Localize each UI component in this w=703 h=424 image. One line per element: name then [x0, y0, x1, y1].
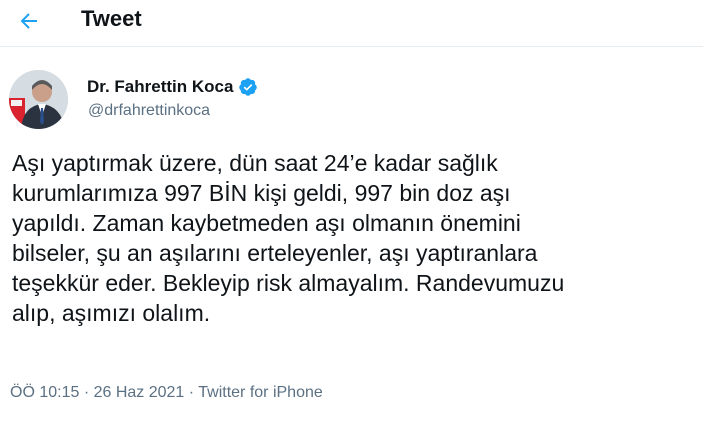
page-header: Tweet: [0, 0, 703, 47]
tweet-source[interactable]: Twitter for iPhone: [198, 384, 323, 401]
meta-separator: ·: [184, 384, 199, 401]
verified-badge-icon: [239, 78, 258, 96]
back-button[interactable]: [12, 6, 46, 36]
tweet-line: Aşı yaptırmak üzere, dün saat 24’e kadar…: [12, 150, 498, 176]
meta-separator: ·: [79, 384, 94, 401]
tweet-page: Tweet Dr. Fahrettin Koca @drfahrettinkoc…: [0, 0, 703, 424]
tweet-author: Dr. Fahrettin Koca @drfahrettinkoca: [0, 58, 703, 134]
arrow-left-icon: [20, 13, 37, 29]
tweet-meta: ÖÖ 10:15 · 26 Haz 2021 · Twitter for iPh…: [10, 384, 323, 402]
tweet-line: yapıldı. Zaman kaybetmeden aşı olmanın ö…: [12, 210, 521, 236]
tweet-line: kurumlarımıza 997 BİN kişi geldi, 997 bi…: [12, 180, 511, 206]
tweet-line: alıp, aşımızı olalım.: [12, 300, 211, 326]
tweet-time[interactable]: ÖÖ 10:15: [10, 384, 79, 401]
author-handle[interactable]: @drfahrettinkoca: [88, 102, 210, 120]
tweet-line: bilseler, şu an aşılarını erteleyenler, …: [12, 240, 538, 266]
avatar[interactable]: [9, 70, 68, 129]
tweet-text: Aşı yaptırmak üzere, dün saat 24’e kadar…: [12, 148, 702, 328]
tweet-line: teşekkür eder. Bekleyip risk almayalım. …: [12, 270, 565, 296]
name-row: Dr. Fahrettin Koca: [87, 77, 258, 97]
author-name[interactable]: Dr. Fahrettin Koca: [87, 77, 233, 97]
page-title: Tweet: [81, 6, 142, 31]
tweet-date[interactable]: 26 Haz 2021: [94, 384, 185, 401]
